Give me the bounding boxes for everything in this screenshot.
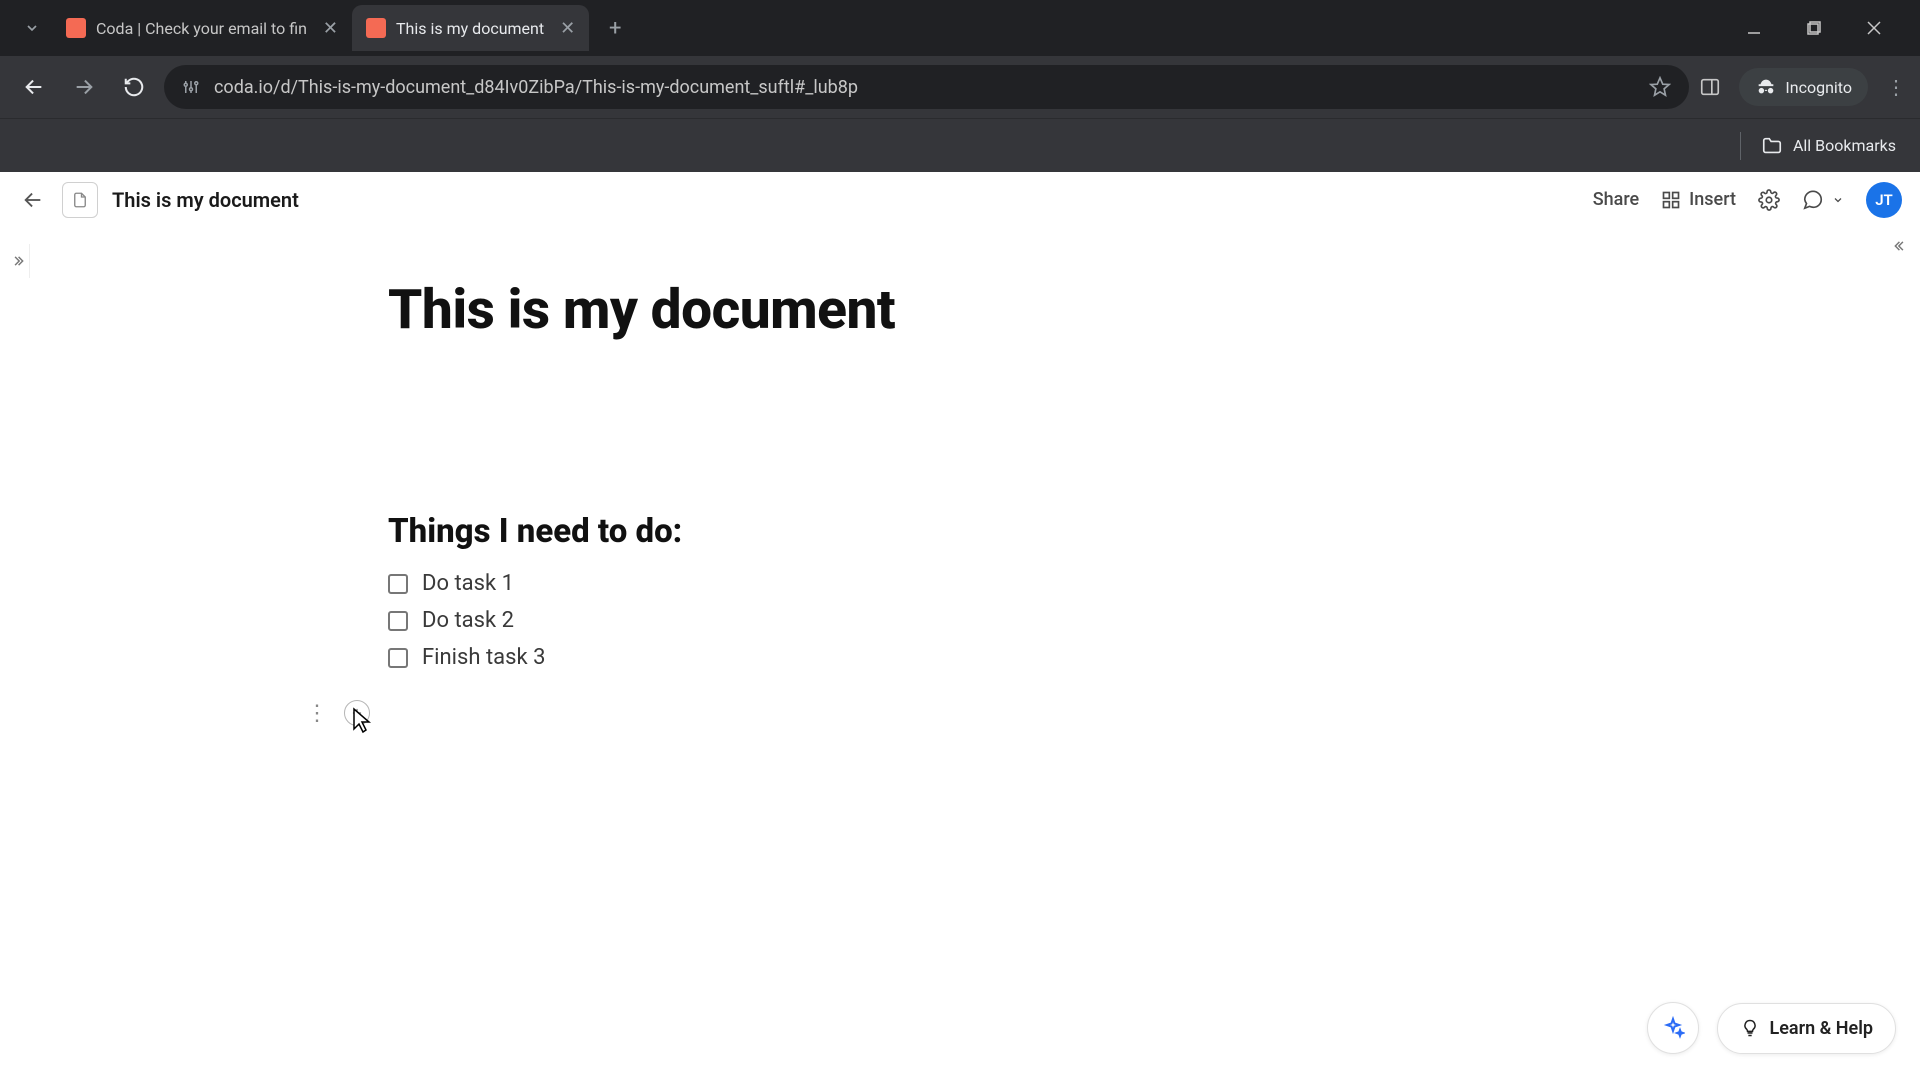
browser-chrome: Coda | Check your email to fin ✕ This is… <box>0 0 1920 172</box>
new-tab-button[interactable]: + <box>597 10 633 46</box>
app-back-button[interactable] <box>18 185 48 215</box>
close-icon[interactable]: ✕ <box>560 18 575 39</box>
task-row[interactable]: Do task 1 <box>388 571 1920 596</box>
line-menu-icon[interactable]: ⋮ <box>306 701 328 726</box>
sparkle-icon <box>1661 1016 1685 1040</box>
comment-icon <box>1802 189 1824 211</box>
tab-search-dropdown[interactable] <box>12 8 52 48</box>
coda-favicon <box>366 18 386 38</box>
floating-actions: Learn & Help <box>1647 1002 1896 1054</box>
page-title[interactable]: This is my document <box>388 278 1920 342</box>
task-label[interactable]: Do task 1 <box>422 571 514 596</box>
checkbox[interactable] <box>388 648 408 668</box>
task-row[interactable]: Do task 2 <box>388 608 1920 633</box>
all-bookmarks-button[interactable]: All Bookmarks <box>1761 135 1896 157</box>
expand-left-panel[interactable] <box>6 244 30 278</box>
forward-button[interactable] <box>64 67 104 107</box>
address-bar: coda.io/d/This-is-my-document_d84Iv0ZibP… <box>0 56 1920 118</box>
add-block-button[interactable] <box>344 700 370 726</box>
incognito-label: Incognito <box>1785 78 1852 97</box>
insert-button[interactable]: Insert <box>1661 189 1736 210</box>
collapse-right-panel[interactable] <box>1886 232 1914 260</box>
site-settings-icon[interactable] <box>182 78 200 96</box>
coda-favicon <box>66 18 86 38</box>
url-text: coda.io/d/This-is-my-document_d84Iv0ZibP… <box>214 77 1635 98</box>
maximize-icon[interactable] <box>1798 12 1830 44</box>
header-actions: Share Insert JT <box>1593 182 1902 218</box>
bookmark-star-icon[interactable] <box>1649 76 1671 98</box>
folder-icon <box>1761 135 1783 157</box>
task-row[interactable]: Finish task 3 <box>388 645 1920 670</box>
coda-app: This is my document Share Insert JT This… <box>0 172 1920 1080</box>
incognito-icon <box>1755 76 1777 98</box>
window-controls <box>1738 12 1908 44</box>
ai-assistant-button[interactable] <box>1647 1002 1699 1054</box>
comments-button[interactable] <box>1802 189 1844 211</box>
minimize-icon[interactable] <box>1738 12 1770 44</box>
learn-help-button[interactable]: Learn & Help <box>1717 1003 1896 1054</box>
gear-icon <box>1758 189 1780 211</box>
line-controls: ⋮ <box>306 700 370 726</box>
side-panel-icon[interactable] <box>1699 76 1721 98</box>
avatar[interactable]: JT <box>1866 182 1902 218</box>
bookmark-bar: All Bookmarks <box>0 118 1920 172</box>
section-heading[interactable]: Things I need to do: <box>388 512 1920 551</box>
address-bar-right: Incognito ⋮ <box>1699 68 1906 106</box>
task-label[interactable]: Do task 2 <box>422 608 514 633</box>
close-window-icon[interactable] <box>1858 12 1890 44</box>
lightbulb-icon <box>1740 1018 1760 1038</box>
close-icon[interactable]: ✕ <box>323 18 338 39</box>
checkbox[interactable] <box>388 611 408 631</box>
grid-icon <box>1661 190 1681 210</box>
task-label[interactable]: Finish task 3 <box>422 645 545 670</box>
doc-name[interactable]: This is my document <box>112 188 299 212</box>
browser-tab-1[interactable]: Coda | Check your email to fin ✕ <box>52 5 352 51</box>
task-list: Do task 1 Do task 2 Finish task 3 <box>388 571 1920 670</box>
incognito-indicator[interactable]: Incognito <box>1739 68 1868 106</box>
doc-icon[interactable] <box>62 182 98 218</box>
all-bookmarks-label: All Bookmarks <box>1793 136 1896 155</box>
tab-title: Coda | Check your email to fin <box>96 19 307 38</box>
share-button[interactable]: Share <box>1593 189 1639 210</box>
divider <box>1740 132 1741 160</box>
chevron-down-icon <box>1832 194 1844 206</box>
url-input[interactable]: coda.io/d/This-is-my-document_d84Iv0ZibP… <box>164 65 1689 109</box>
tab-bar: Coda | Check your email to fin ✕ This is… <box>0 0 1920 56</box>
back-button[interactable] <box>14 67 54 107</box>
settings-button[interactable] <box>1758 189 1780 211</box>
document-body[interactable]: This is my document Things I need to do:… <box>0 228 1920 1080</box>
checkbox[interactable] <box>388 574 408 594</box>
browser-menu-icon[interactable]: ⋮ <box>1886 75 1906 99</box>
reload-button[interactable] <box>114 67 154 107</box>
browser-tab-2[interactable]: This is my document ✕ <box>352 5 589 51</box>
tab-title: This is my document <box>396 19 544 38</box>
app-header: This is my document Share Insert JT <box>0 172 1920 228</box>
